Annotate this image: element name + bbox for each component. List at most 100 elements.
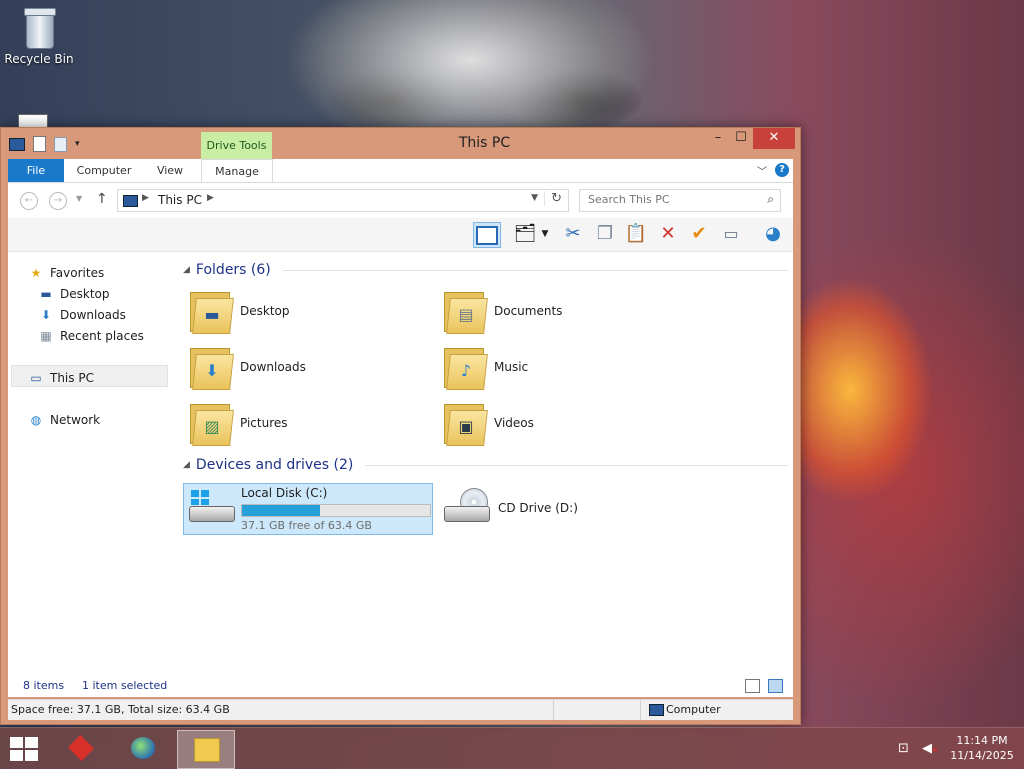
nav-recent-places[interactable]: ▦ Recent places [38,327,144,345]
star-icon: ★ [30,266,42,280]
refresh-icon[interactable]: ↻ [544,191,562,206]
taskbar-app-explorer[interactable] [177,730,235,769]
preview-pane-icon[interactable] [473,222,501,248]
close-button[interactable]: ✕ [753,128,795,149]
network-tray-icon[interactable]: ⊡ [898,741,909,756]
folder-name: Videos [494,416,534,430]
hard-drive-icon [187,488,235,528]
address-dropdown-icon[interactable]: ▼ [531,193,538,203]
search-placeholder: Search This PC [588,193,670,206]
documents-folder-icon: ▤ [442,288,488,334]
nav-favorites-label: Favorites [50,266,105,280]
explorer-window: ▾ Drive Tools This PC – ☐ ✕ File Compute… [0,127,801,725]
downloads-folder-icon: ⬇ [188,344,234,390]
folder-tile-documents[interactable]: ▤ Documents [442,286,692,336]
folder-name: Downloads [240,360,306,374]
tab-manage[interactable]: Manage [201,159,273,183]
minimize-button[interactable]: – [705,128,731,149]
ribbon-tabs: File Computer View Manage ﹀ ? [8,159,793,183]
item-count: 8 items [23,679,65,692]
location-label: Computer [666,703,721,716]
folder-tile-desktop[interactable]: ▬ Desktop [188,286,438,336]
help-icon[interactable]: ? [775,163,789,177]
devices-group-label: Devices and drives (2) [195,457,354,473]
details-view-icon[interactable] [745,679,760,693]
space-info: Space free: 37.1 GB, Total size: 63.4 GB [11,703,230,716]
drive-name: Local Disk (C:) [241,486,328,500]
select-all-icon[interactable]: 🗂 [512,222,538,246]
start-button[interactable] [10,737,38,761]
file-view: ◢ Folders (6) ▬ Desktop ▤ Documents ⬇ Do… [178,252,788,697]
address-bar: ← → ▼ ↑ ▶ This PC ▶ ▼ ↻ Search This PC ⌕ [8,183,793,218]
recycle-bin[interactable]: Recycle Bin [4,8,74,66]
drive-name: CD Drive (D:) [498,501,578,515]
nav-desktop[interactable]: ▬ Desktop [38,285,110,303]
tab-view[interactable]: View [146,159,194,182]
tab-file[interactable]: File [8,159,64,182]
drive-usage-bar [241,504,431,517]
folder-tile-music[interactable]: ♪ Music [442,342,692,392]
clock[interactable]: 11:14 PM 11/14/2025 [947,733,1017,763]
clock-date: 11/14/2025 [950,749,1014,762]
window-title: This PC [458,135,511,151]
cd-drive-icon [442,488,490,528]
search-input[interactable]: Search This PC ⌕ [579,189,781,212]
recent-places-icon: ▦ [40,329,52,343]
address-field[interactable]: ▶ This PC ▶ ▼ ↻ [117,189,569,212]
breadcrumb-chevron-icon[interactable]: ▶ [207,193,214,203]
nav-recent-label: Recent places [60,329,144,343]
rename-icon[interactable]: ✔ [686,222,712,246]
computer-icon [649,704,664,716]
nav-this-pc[interactable]: ▭ This PC [28,369,94,387]
folder-tile-downloads[interactable]: ⬇ Downloads [188,342,438,392]
breadcrumb-chevron-icon[interactable]: ▶ [142,193,149,203]
back-button[interactable]: ← [20,192,38,210]
nav-desktop-label: Desktop [60,287,110,301]
videos-folder-icon: ▣ [442,400,488,446]
file-explorer-icon [194,738,220,762]
pictures-folder-icon: ▨ [188,400,234,446]
breadcrumb-this-pc[interactable]: This PC [158,193,202,207]
search-icon[interactable]: ⌕ [767,192,774,207]
collapse-icon[interactable]: ◢ [183,265,190,275]
drive-tile-cd[interactable]: CD Drive (D:) [442,483,692,533]
drive-tile-local-disk[interactable]: Local Disk (C:) 37.1 GB free of 63.4 GB [183,483,433,535]
options-icon[interactable]: ◕ [760,222,786,246]
nav-downloads-label: Downloads [60,308,126,322]
up-button[interactable]: ↑ [96,191,108,207]
taskbar-app-red[interactable] [53,730,109,767]
content-area: ★ Favorites ▬ Desktop ⬇ Downloads ▦ Rece… [8,252,793,697]
devices-group-header[interactable]: ◢ Devices and drives (2) [183,457,788,473]
command-toolbar: 🗂 ▼ ✂ ❐ 📋 ✕ ✔ ▭ ◕ [8,218,793,252]
tiles-view-icon[interactable] [768,679,783,693]
cut-icon[interactable]: ✂ [560,222,586,246]
nav-network[interactable]: ◍ Network [28,411,100,429]
delete-icon[interactable]: ✕ [655,222,681,246]
folder-tile-pictures[interactable]: ▨ Pictures [188,398,438,448]
folders-group-header[interactable]: ◢ Folders (6) [183,262,788,278]
taskbar-app-browser[interactable] [115,730,171,767]
expand-ribbon-icon[interactable]: ﹀ [757,163,767,178]
computer-icon: ▭ [30,371,42,385]
nav-favorites[interactable]: ★ Favorites [28,264,105,282]
maximize-button[interactable]: ☐ [729,128,753,149]
status-bar: 8 items 1 item selected [8,677,793,697]
paste-icon[interactable]: 📋 [623,222,649,246]
nav-downloads[interactable]: ⬇ Downloads [38,306,126,324]
properties-icon[interactable]: ▭ [718,222,744,246]
desktop-folder-icon: ▬ [188,288,234,334]
select-dropdown-icon[interactable]: ▼ [538,222,552,246]
network-icon: ◍ [30,413,42,427]
forward-button[interactable]: → [49,192,67,210]
tab-computer[interactable]: Computer [70,159,138,182]
browser-icon [131,737,155,759]
muted-icon: ✕ [931,746,939,756]
folder-name: Desktop [240,304,290,318]
folder-tile-videos[interactable]: ▣ Videos [442,398,692,448]
collapse-icon[interactable]: ◢ [183,460,190,470]
recent-locations-icon[interactable]: ▼ [76,194,82,203]
copy-icon[interactable]: ❐ [592,222,618,246]
taskbar: ⊡ ◀ ✕ 11:14 PM 11/14/2025 [0,727,1024,769]
title-bar[interactable]: ▾ Drive Tools This PC – ☐ ✕ [1,128,800,159]
navigation-pane: ★ Favorites ▬ Desktop ⬇ Downloads ▦ Rece… [8,252,168,697]
